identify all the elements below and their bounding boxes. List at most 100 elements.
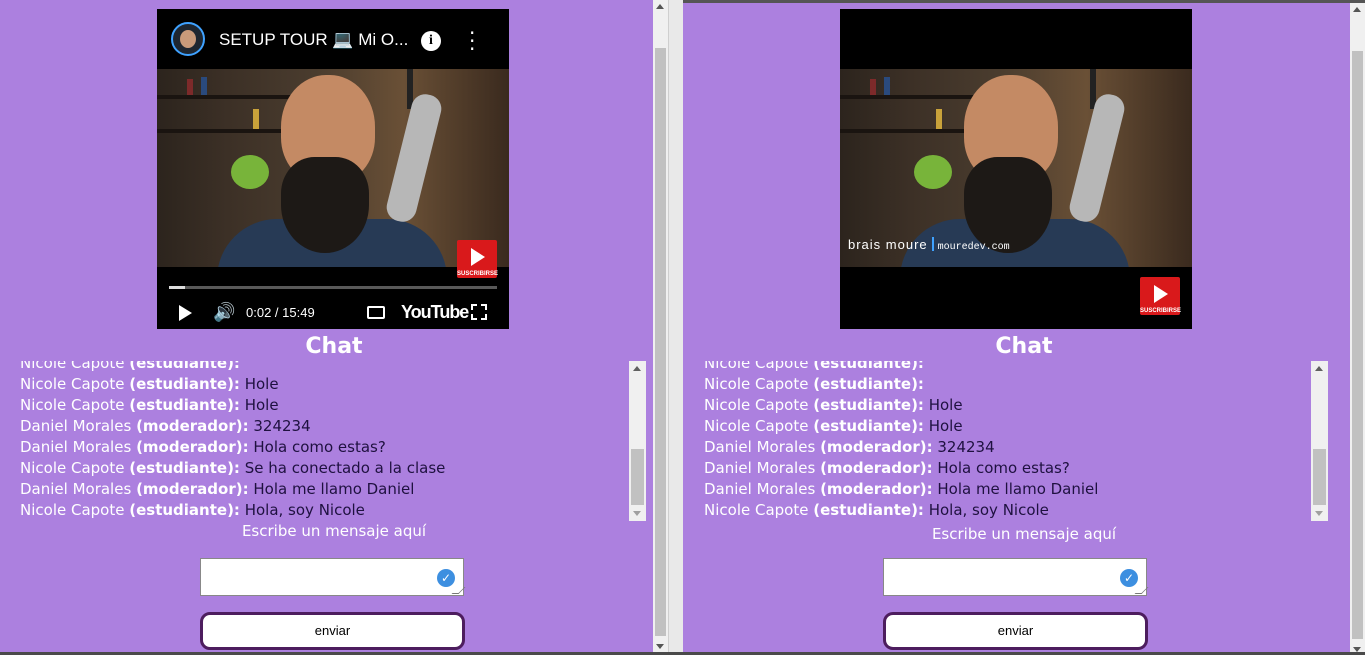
chat-message: Nicole Capote (estudiante): <box>704 374 1304 395</box>
subtitles-icon[interactable] <box>367 306 385 319</box>
scroll-down-arrow-icon[interactable] <box>656 644 664 649</box>
chat-message: Daniel Morales (moderador): Hola como es… <box>704 458 1304 479</box>
channel-avatar[interactable] <box>171 22 205 56</box>
volume-icon[interactable]: 🔊 <box>213 302 235 323</box>
chat-message: Nicole Capote (estudiante): Hole <box>20 374 620 395</box>
scroll-up-arrow-icon[interactable] <box>1315 366 1323 371</box>
message-role: (estudiante): <box>813 361 924 372</box>
checkmark-icon: ✓ <box>1120 569 1138 587</box>
message-text: Hola, soy Nicole <box>928 501 1049 519</box>
message-user: Daniel Morales <box>704 480 816 498</box>
more-vertical-icon[interactable]: · · · <box>469 23 475 59</box>
page-scrollbar[interactable] <box>1350 3 1365 655</box>
scroll-thumb[interactable] <box>631 449 644 505</box>
scroll-down-arrow-icon[interactable] <box>1315 511 1323 516</box>
scroll-thumb[interactable] <box>1352 51 1363 639</box>
scroll-thumb[interactable] <box>655 48 666 636</box>
send-button[interactable]: enviar <box>883 612 1148 650</box>
overlay-name: brais moure <box>848 237 928 252</box>
chat-messages[interactable]: Nicole Capote (estudiante): Nicole Capot… <box>704 361 1328 521</box>
chat-message: Nicole Capote (estudiante): Hola, soy Ni… <box>20 500 620 521</box>
chat-message: Daniel Morales (moderador): 324234 <box>20 416 620 437</box>
message-text: Hole <box>928 396 963 414</box>
message-user: Daniel Morales <box>20 480 132 498</box>
message-role: (estudiante): <box>129 361 240 372</box>
message-user: Nicole Capote <box>704 375 809 393</box>
chat-message: Nicole Capote (estudiante): <box>704 361 1304 374</box>
message-user: Nicole Capote <box>704 501 809 519</box>
chat-message: Daniel Morales (moderador): 324234 <box>704 437 1304 458</box>
message-user: Daniel Morales <box>704 438 816 456</box>
scroll-up-arrow-icon[interactable] <box>1353 7 1361 12</box>
message-text: 324234 <box>253 417 311 435</box>
info-icon[interactable]: i <box>421 31 441 51</box>
progress-fill <box>169 286 186 289</box>
video-header: SETUP TOUR 💻 Mi O... i · · · <box>157 9 509 69</box>
progress-bar[interactable] <box>169 286 497 289</box>
chat-message: Daniel Morales (moderador): Hola como es… <box>20 437 620 458</box>
video-frame[interactable] <box>157 69 509 267</box>
chat-scrollbar[interactable] <box>629 361 646 521</box>
message-text: Hole <box>244 375 279 393</box>
chat-scrollbar[interactable] <box>1311 361 1328 521</box>
scroll-down-arrow-icon[interactable] <box>633 511 641 516</box>
message-text: Hola me llamo Daniel <box>937 480 1099 498</box>
overlay-separator <box>931 237 934 251</box>
scroll-up-arrow-icon[interactable] <box>633 366 641 371</box>
message-prompt: Escribe un mensaje aquí <box>931 525 1117 543</box>
page-scrollbar[interactable] <box>653 0 668 655</box>
message-role: (moderador): <box>136 438 249 456</box>
plant <box>231 155 269 189</box>
shelf <box>840 95 990 99</box>
shelf <box>157 95 307 99</box>
message-role: (moderador): <box>136 417 249 435</box>
book <box>884 77 890 95</box>
subscribe-watermark[interactable]: SUSCRIBIRSE <box>1140 277 1182 315</box>
message-user: Nicole Capote <box>20 361 125 372</box>
scroll-thumb[interactable] <box>1313 449 1326 505</box>
message-role: (estudiante): <box>129 396 240 414</box>
fullscreen-icon[interactable] <box>470 303 488 321</box>
chat-message: Nicole Capote (estudiante): Se ha conect… <box>20 458 620 479</box>
chat-title: Chat <box>995 334 1053 359</box>
message-role: (moderador): <box>136 480 249 498</box>
message-role: (estudiante): <box>129 501 240 519</box>
message-user: Nicole Capote <box>704 417 809 435</box>
message-text: Hola me llamo Daniel <box>253 480 415 498</box>
message-role: (estudiante): <box>813 396 924 414</box>
youtube-logo[interactable]: YouTube <box>401 302 469 323</box>
message-input[interactable]: ✓ <box>883 558 1149 596</box>
message-role: (moderador): <box>820 438 933 456</box>
chat-messages[interactable]: Nicole Capote (estudiante): Nicole Capot… <box>20 361 646 521</box>
message-role: (moderador): <box>820 459 933 477</box>
video-player[interactable]: brais moure mouredev.com SUSCRIBIRSE <box>840 9 1192 329</box>
message-prompt: Escribe un mensaje aquí <box>241 522 427 540</box>
message-list: Nicole Capote (estudiante): Nicole Capot… <box>20 361 620 521</box>
message-user: Daniel Morales <box>704 459 816 477</box>
message-input[interactable]: ✓ <box>200 558 466 596</box>
message-role: (moderador): <box>820 480 933 498</box>
scroll-up-arrow-icon[interactable] <box>656 4 664 9</box>
checkmark-icon: ✓ <box>437 569 455 587</box>
message-text: 324234 <box>937 438 995 456</box>
subscribe-label: SUSCRIBIRSE <box>1140 308 1182 314</box>
overlay-site: mouredev.com <box>937 242 1010 253</box>
chat-message: Daniel Morales (moderador): Hola me llam… <box>704 479 1304 500</box>
resize-grip-icon[interactable] <box>1134 587 1149 594</box>
message-role: (estudiante): <box>813 417 924 435</box>
message-user: Nicole Capote <box>704 361 809 372</box>
message-role: (estudiante): <box>129 375 240 393</box>
book <box>253 109 259 129</box>
video-controls: 🔊 0:02 / 15:49 YouTube <box>157 297 509 329</box>
send-button[interactable]: enviar <box>200 612 465 650</box>
subscribe-watermark[interactable]: SUSCRIBIRSE <box>457 240 498 278</box>
message-user: Nicole Capote <box>20 459 125 477</box>
resize-grip-icon[interactable] <box>451 587 466 594</box>
message-user: Nicole Capote <box>20 501 125 519</box>
message-user: Nicole Capote <box>20 396 125 414</box>
book <box>936 109 942 129</box>
video-player[interactable]: SETUP TOUR 💻 Mi O... i · · · SUSCRIBIRSE 🔊… <box>157 9 509 329</box>
play-icon[interactable] <box>179 305 192 321</box>
message-text: Hola como estas? <box>937 459 1070 477</box>
video-title[interactable]: SETUP TOUR 💻 Mi O... <box>219 30 408 50</box>
